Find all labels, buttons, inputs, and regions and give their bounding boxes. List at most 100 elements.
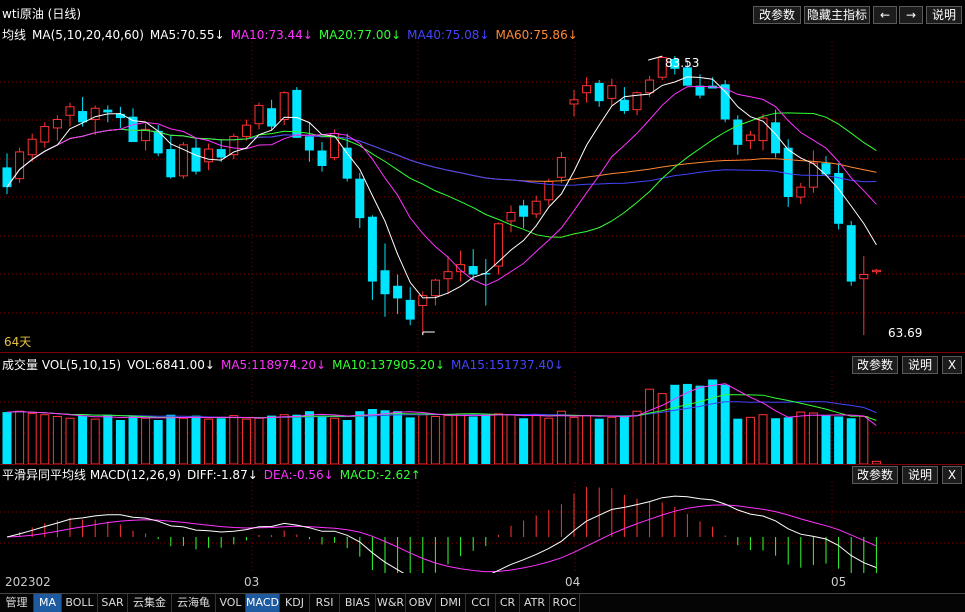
tab--[interactable]: 管理 [0, 594, 34, 612]
volume-bar [166, 414, 176, 464]
candle-body [519, 205, 529, 217]
volume-bar [279, 414, 289, 464]
volume-bar [670, 384, 680, 464]
volume-bar [40, 414, 50, 464]
candle-body [569, 99, 579, 105]
ma5-value: MA5:70.55↓ [149, 28, 225, 42]
days-label: 64天 [4, 335, 32, 349]
volume-legend-label: 成交量 VOL(5,10,15) [2, 358, 122, 372]
candle-body [279, 92, 289, 120]
date-label: 05 [831, 575, 847, 589]
volume-bar [405, 417, 415, 464]
date-axis: 202302 03 04 05 [0, 573, 965, 593]
volume-bar [115, 420, 125, 464]
ma-legend: 均线 MA(5,10,20,40,60) MA5:70.55↓ MA10:73.44↓… [2, 26, 584, 43]
tab-atr[interactable]: ATR [520, 594, 550, 612]
tab-roc[interactable]: ROC [550, 594, 580, 612]
candle-body [52, 119, 62, 129]
next-button[interactable]: → [899, 6, 923, 24]
tab-rsi[interactable]: RSI [310, 594, 340, 612]
tab-sar[interactable]: SAR [98, 594, 128, 612]
volume-bar [191, 415, 201, 464]
volume-bar [846, 418, 856, 464]
volume-bar [304, 411, 314, 464]
hide-indicator-button[interactable]: 隐藏主指标 [804, 6, 870, 24]
macd-diff: DIFF:-1.87↓ [186, 468, 258, 482]
title-bar: wti原油 (日线) 改参数 隐藏主指标 ← → 说明 [0, 0, 965, 26]
volume-bar [771, 418, 781, 464]
candle-body [267, 108, 277, 127]
volume-bar [2, 412, 12, 464]
candle-body [430, 279, 440, 297]
volume-bar [607, 416, 617, 464]
volume-bar [27, 412, 37, 464]
volume-bar [128, 416, 138, 464]
prev-button[interactable]: ← [873, 6, 897, 24]
tab-dmi[interactable]: DMI [436, 594, 466, 612]
volume-legend: 成交量 VOL(5,10,15) VOL:6841.00↓ MA5:118974.2… [2, 356, 570, 373]
volume-bar [695, 385, 705, 464]
volume-bar [632, 410, 642, 464]
candle-body [745, 134, 755, 142]
candle-body [582, 85, 592, 94]
volume-bar [342, 420, 352, 464]
macd-dea: DEA:-0.56↓ [263, 468, 334, 482]
candle-body [556, 157, 566, 178]
candle-body [2, 167, 12, 188]
tab-bias[interactable]: BIAS [340, 594, 376, 612]
tab-obv[interactable]: OBV [406, 594, 436, 612]
candle-body [594, 82, 604, 102]
candle-body [443, 271, 453, 280]
volume-bar [796, 411, 806, 464]
ma10-line [6, 85, 877, 287]
volume-bar [355, 411, 365, 464]
tab-vol[interactable]: VOL [216, 594, 246, 612]
volume-bar [556, 410, 566, 464]
volume-bar [594, 418, 604, 464]
ma-legend-label: 均线 [2, 28, 27, 42]
macd-legend-label: 平滑异同平均线 MACD(12,26,9) [2, 468, 181, 482]
candle-body [607, 85, 617, 99]
candle-body [367, 216, 377, 282]
volume-bar [645, 388, 655, 464]
tab-ma[interactable]: MA [34, 594, 62, 612]
tab-macd[interactable]: MACD [246, 594, 280, 612]
diff-line [6, 495, 877, 573]
volume-value: VOL:6841.00↓ [127, 358, 215, 372]
volume-bar [859, 415, 869, 464]
candle-body [796, 186, 806, 198]
candle-body [191, 147, 201, 172]
tab--[interactable]: 云海龟 [172, 594, 216, 612]
volume-bar [78, 415, 88, 464]
tab-cr[interactable]: CR [496, 594, 520, 612]
tab--[interactable]: 云集金 [128, 594, 172, 612]
volume-bar [456, 413, 466, 464]
volume-ma15: MA15:151737.40↓ [451, 358, 564, 372]
candle-body [40, 126, 50, 143]
tab-w-r[interactable]: W&R [376, 594, 406, 612]
panel-divider [0, 352, 965, 353]
candle-body [27, 138, 37, 156]
help-button[interactable]: 说明 [926, 6, 962, 24]
tab-kdj[interactable]: KDJ [280, 594, 310, 612]
candle-body [78, 111, 88, 123]
ma40-value: MA40:75.08↓ [407, 28, 490, 42]
candle-body [380, 270, 390, 295]
ma5-line [6, 76, 877, 299]
tab-cci[interactable]: CCI [466, 594, 496, 612]
candle-body [304, 136, 314, 151]
volume-bar [229, 415, 239, 464]
ma10-value: MA10:73.44↓ [230, 28, 313, 42]
volume-bar [103, 414, 113, 464]
volume-bar [418, 414, 428, 464]
volume-bar [569, 416, 579, 464]
candle-body [115, 113, 125, 119]
candle-body [531, 200, 541, 215]
param-button[interactable]: 改参数 [753, 6, 801, 24]
price-chart [0, 42, 965, 352]
candle-body [15, 151, 25, 180]
candle-body [468, 266, 478, 275]
volume-bar [141, 417, 151, 464]
volume-bar [720, 384, 730, 464]
tab-boll[interactable]: BOLL [62, 594, 98, 612]
